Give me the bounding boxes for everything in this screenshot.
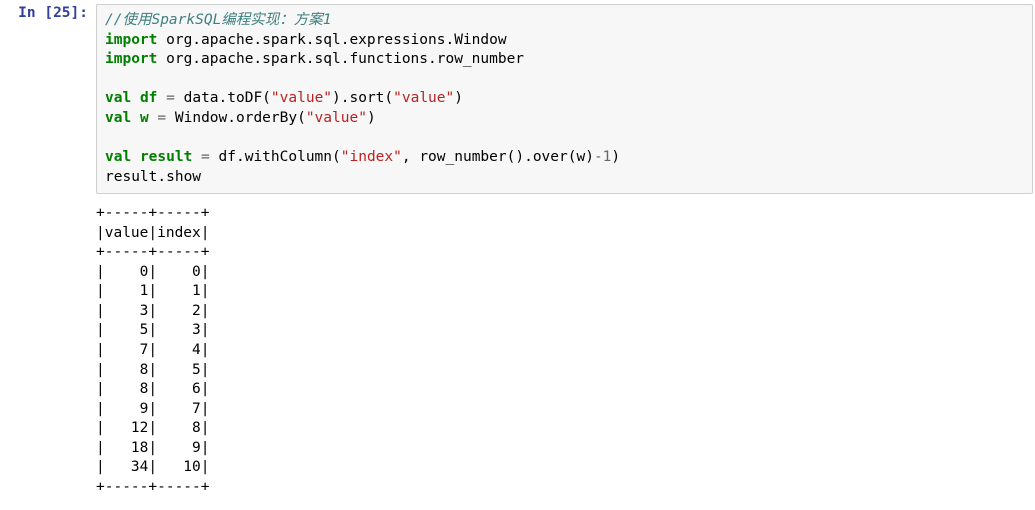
var-result: result <box>140 149 192 165</box>
kw-val: val <box>105 110 131 126</box>
import-path-2: org.apache.spark.sql.functions.row_numbe… <box>157 51 524 67</box>
expr: ) <box>611 149 620 165</box>
input-prompt: In [25]: <box>2 4 96 24</box>
eq: = <box>192 149 218 165</box>
str: "value" <box>271 90 332 106</box>
expr: ) <box>367 110 376 126</box>
eq: = <box>157 90 183 106</box>
str: "value" <box>393 90 454 106</box>
expr: row_number().over(w) <box>419 149 594 165</box>
import-path-1: org.apache.spark.sql.expressions.Window <box>157 32 506 48</box>
comma: , <box>402 149 419 165</box>
expr: df.withColumn( <box>219 149 341 165</box>
output-table: +-----+-----+ |value|index| +-----+-----… <box>96 204 1033 497</box>
output-area: +-----+-----+ |value|index| +-----+-----… <box>94 194 1035 499</box>
code-input[interactable]: //使用SparkSQL编程实现：方案1 import org.apache.s… <box>96 4 1033 194</box>
expr: ).sort( <box>332 90 393 106</box>
var-df: df <box>140 90 157 106</box>
code-block: //使用SparkSQL编程实现：方案1 import org.apache.s… <box>105 11 1024 187</box>
eq: = <box>149 110 175 126</box>
expr-show: result.show <box>105 169 201 185</box>
kw-import: import <box>105 32 157 48</box>
var-w: w <box>140 110 149 126</box>
kw-val: val <box>105 90 131 106</box>
kw-import: import <box>105 51 157 67</box>
expr: data.toDF( <box>184 90 271 106</box>
code-comment: //使用SparkSQL编程实现：方案1 <box>105 12 332 28</box>
expr: ) <box>454 90 463 106</box>
minus-op: - <box>594 149 603 165</box>
kw-val: val <box>105 149 131 165</box>
str: "index" <box>341 149 402 165</box>
str: "value" <box>306 110 367 126</box>
notebook-cell: In [25]: //使用SparkSQL编程实现：方案1 import org… <box>0 0 1035 194</box>
expr: Window.orderBy( <box>175 110 306 126</box>
